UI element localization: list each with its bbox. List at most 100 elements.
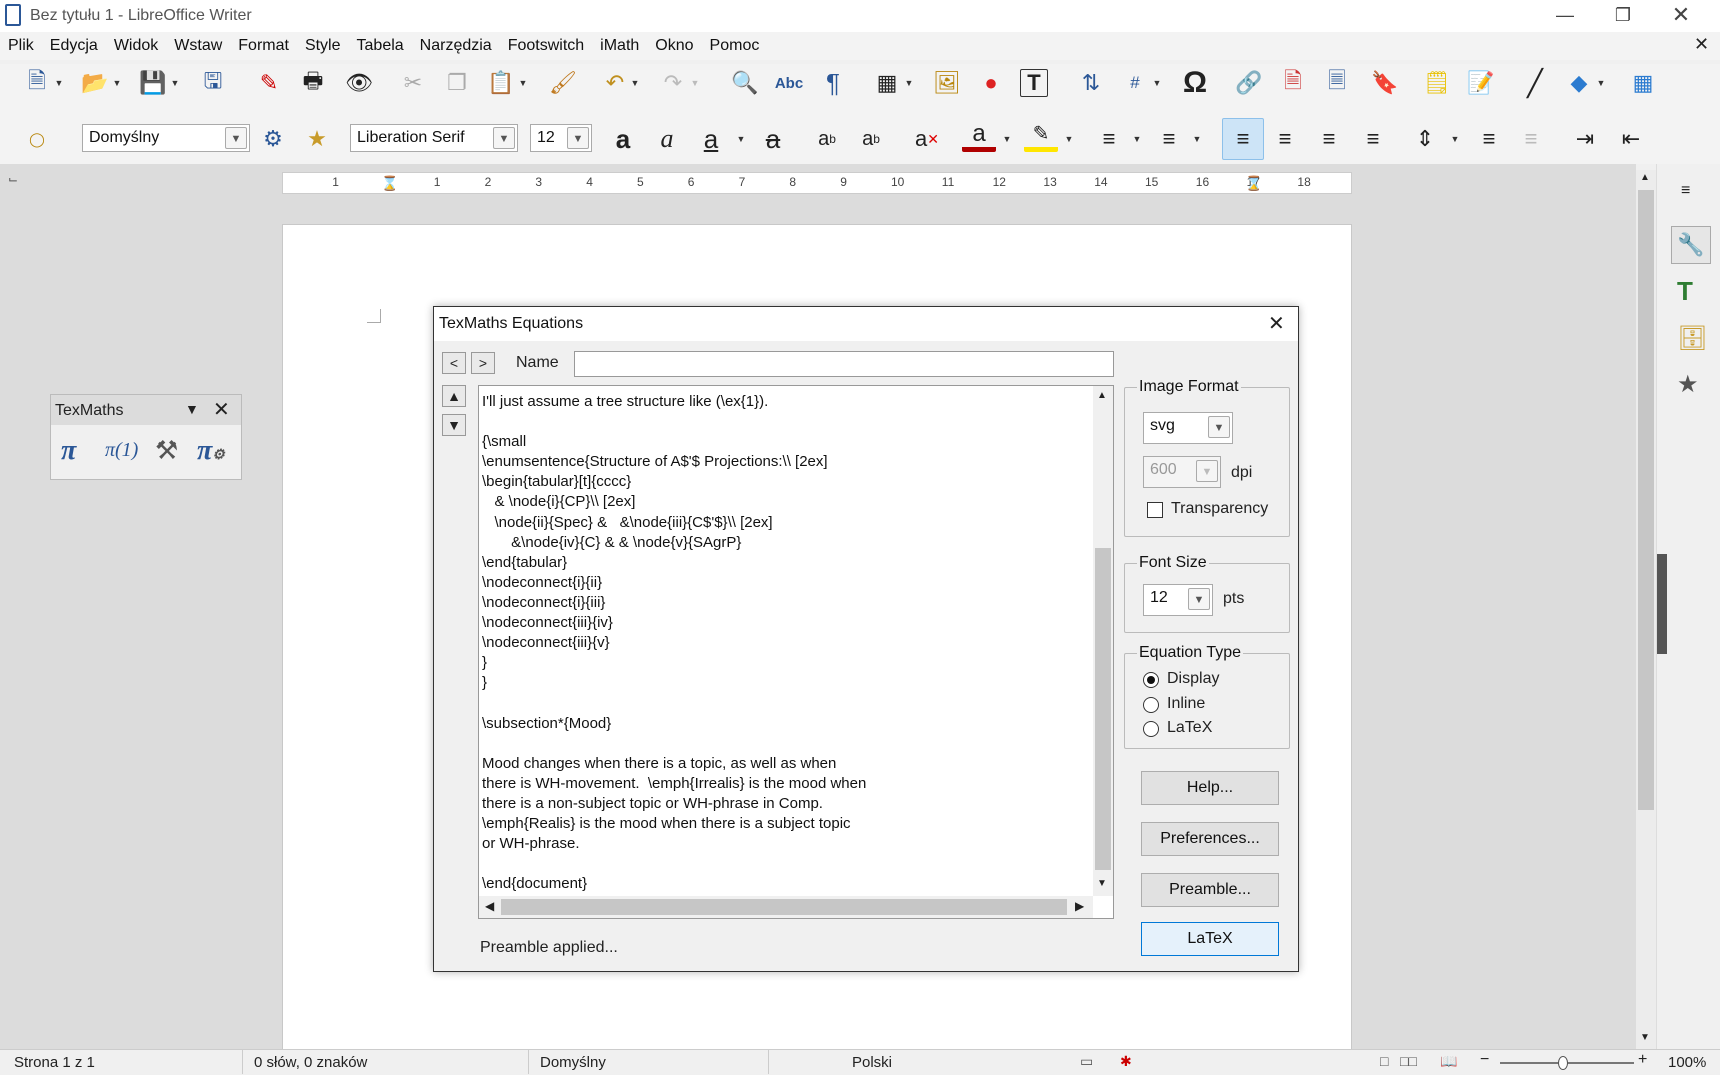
chevron-down-icon[interactable]: ▼ — [225, 127, 247, 149]
line-spacing-icon[interactable]: ⇕ — [1408, 120, 1442, 158]
copy-icon[interactable]: ❐ — [440, 64, 474, 102]
vertical-scrollbar[interactable]: ▲ ▼ — [1636, 170, 1656, 1050]
move-up-icon[interactable]: ▲ — [442, 385, 466, 407]
menu-okno[interactable]: Okno — [647, 32, 701, 60]
chevron-down-icon[interactable]: ▼ — [1208, 416, 1230, 438]
chevron-down-icon[interactable]: ▼ — [567, 127, 589, 149]
zoom-out-icon[interactable]: − — [1480, 1051, 1489, 1069]
pi-settings-icon[interactable]: π⚙ — [197, 435, 225, 467]
save-dropdown-icon[interactable]: ▼ — [168, 64, 182, 102]
name-input[interactable] — [574, 351, 1114, 377]
strikethrough-icon[interactable]: a — [756, 120, 790, 158]
paste-dropdown-icon[interactable]: ▼ — [516, 64, 530, 102]
bullet-dropdown-icon[interactable]: ▼ — [1130, 120, 1144, 158]
new-dropdown-icon[interactable]: ▼ — [52, 64, 66, 102]
new-document-icon[interactable]: 🗎 — [20, 64, 54, 102]
pi-numbered-icon[interactable]: π(1) — [105, 439, 138, 462]
scroll-right-icon[interactable]: ▶ — [1075, 899, 1084, 913]
page-style[interactable]: Domyślny — [540, 1054, 606, 1071]
insert-page-break-icon[interactable]: ⇅ — [1074, 64, 1108, 102]
print-preview-icon[interactable]: 👁 — [342, 64, 376, 102]
horizontal-ruler[interactable]: 1 1 2 3 4 5 6 7 8 9 10 11 12 13 14 15 16 17 18 ⌛ ⌛ — [282, 172, 1352, 194]
font-color-icon[interactable]: a — [962, 120, 996, 152]
clone-formatting-icon[interactable]: 🖌 — [546, 64, 580, 102]
latex-radio[interactable] — [1143, 721, 1159, 737]
tab-stop-selector-icon[interactable]: ⌙ — [8, 172, 18, 186]
insert-image-icon[interactable]: 🖼 — [930, 64, 964, 102]
next-equation-button[interactable]: > — [471, 352, 495, 374]
menu-pomoc[interactable]: Pomoc — [702, 32, 768, 60]
chevron-down-icon[interactable]: ▼ — [1188, 588, 1210, 610]
menu-footswitch[interactable]: Footswitch — [500, 32, 592, 60]
insert-field-icon[interactable]: # — [1118, 64, 1152, 102]
zoom-level[interactable]: 100% — [1668, 1054, 1706, 1071]
export-pdf-icon[interactable]: ✎ — [252, 64, 286, 102]
clear-formatting-icon[interactable]: a ✕ — [910, 120, 944, 158]
code-scrollbar-thumb[interactable] — [1095, 548, 1111, 870]
line-spacing-dropdown-icon[interactable]: ▼ — [1448, 120, 1462, 158]
zoom-slider-handle[interactable] — [1558, 1056, 1568, 1070]
highlighting-dropdown-icon[interactable]: ▼ — [1062, 120, 1076, 158]
new-style-icon[interactable]: ★ — [300, 120, 334, 158]
insert-bookmark-icon[interactable]: 🔖 — [1368, 64, 1402, 102]
open-folder-icon[interactable]: 📂 — [78, 64, 112, 102]
pi-equation-icon[interactable]: π — [61, 435, 76, 467]
shapes-dropdown-icon[interactable]: ▼ — [1594, 64, 1608, 102]
styles-icon[interactable]: T — [1677, 276, 1693, 307]
paste-icon[interactable]: 📋 — [484, 64, 518, 102]
font-color-dropdown-icon[interactable]: ▼ — [1000, 120, 1014, 158]
display-radio[interactable] — [1143, 672, 1159, 688]
insert-comment-icon[interactable]: 🗒 — [1420, 64, 1454, 102]
spellcheck-icon[interactable]: Abc — [772, 64, 806, 102]
navigator-icon[interactable]: ★ — [1677, 370, 1699, 399]
insert-footnote-icon[interactable]: 🗎 — [1276, 64, 1310, 102]
close-dialog-icon[interactable]: ✕ — [1268, 311, 1285, 336]
preferences-button[interactable]: Preferences... — [1141, 822, 1279, 856]
menu-edycja[interactable]: Edycja — [42, 32, 106, 60]
document-modified-icon[interactable]: ✱ — [1120, 1053, 1132, 1070]
draw-functions-icon[interactable]: ▦ — [1626, 64, 1660, 102]
close-window-button[interactable]: ✕ — [1652, 0, 1710, 30]
align-right-icon[interactable]: ≡ — [1312, 120, 1346, 158]
numbered-list-icon[interactable]: ≡ — [1152, 120, 1186, 158]
field-dropdown-icon[interactable]: ▼ — [1150, 64, 1164, 102]
align-left-icon[interactable]: ≡ — [1222, 118, 1264, 160]
menu-tabela[interactable]: Tabela — [349, 32, 412, 60]
special-character-icon[interactable]: Ω — [1178, 64, 1212, 102]
scroll-up-icon[interactable]: ▲ — [1097, 390, 1107, 401]
find-replace-icon[interactable]: 🔍 — [728, 64, 762, 102]
highlighting-icon[interactable]: ✎ — [1024, 120, 1058, 152]
sidebar-collapse-handle[interactable] — [1657, 554, 1667, 654]
menu-format[interactable]: Format — [230, 32, 297, 60]
menu-plik[interactable]: Plik — [0, 32, 42, 60]
single-page-view-icon[interactable]: □ — [1380, 1053, 1388, 1069]
previous-equation-button[interactable]: < — [442, 352, 466, 374]
scroll-up-icon[interactable]: ▲ — [1640, 172, 1650, 183]
left-indent-marker-icon[interactable]: ⌛ — [381, 175, 398, 192]
restore-button[interactable]: ❐ — [1594, 0, 1652, 30]
scroll-down-icon[interactable]: ▼ — [1640, 1032, 1650, 1043]
move-down-icon[interactable]: ▼ — [442, 414, 466, 436]
right-indent-marker-icon[interactable]: ⌛ — [1245, 175, 1262, 192]
word-count[interactable]: 0 słów, 0 znaków — [254, 1054, 367, 1071]
scrollbar-thumb[interactable] — [1638, 190, 1654, 810]
decrease-paragraph-spacing-icon[interactable]: ≡ — [1514, 120, 1548, 158]
italic-icon[interactable]: a — [650, 120, 684, 158]
table-dropdown-icon[interactable]: ▼ — [902, 64, 916, 102]
book-view-icon[interactable]: 📖 — [1440, 1053, 1457, 1070]
scroll-left-icon[interactable]: ◀ — [485, 899, 494, 913]
code-hscrollbar-thumb[interactable] — [501, 899, 1067, 915]
decrease-indent-icon[interactable]: ⇤ — [1614, 120, 1648, 158]
menu-imath[interactable]: iMath — [592, 32, 647, 60]
align-center-icon[interactable]: ≡ — [1268, 120, 1302, 158]
redo-icon[interactable]: ↷ — [656, 64, 690, 102]
scroll-down-icon[interactable]: ▼ — [1097, 878, 1107, 889]
dialog-font-size-select[interactable]: 12 ▼ — [1143, 584, 1213, 616]
insert-line-icon[interactable]: ╱ — [1518, 64, 1552, 102]
cut-icon[interactable]: ✂ — [396, 64, 430, 102]
tools-icon[interactable]: ⚒ — [155, 435, 178, 466]
formatting-marks-icon[interactable]: ¶ — [816, 64, 850, 102]
inline-radio[interactable] — [1143, 697, 1159, 713]
insert-mode-icon[interactable]: ▭ — [1080, 1053, 1093, 1070]
save-as-icon[interactable]: 🖫 — [196, 64, 230, 102]
